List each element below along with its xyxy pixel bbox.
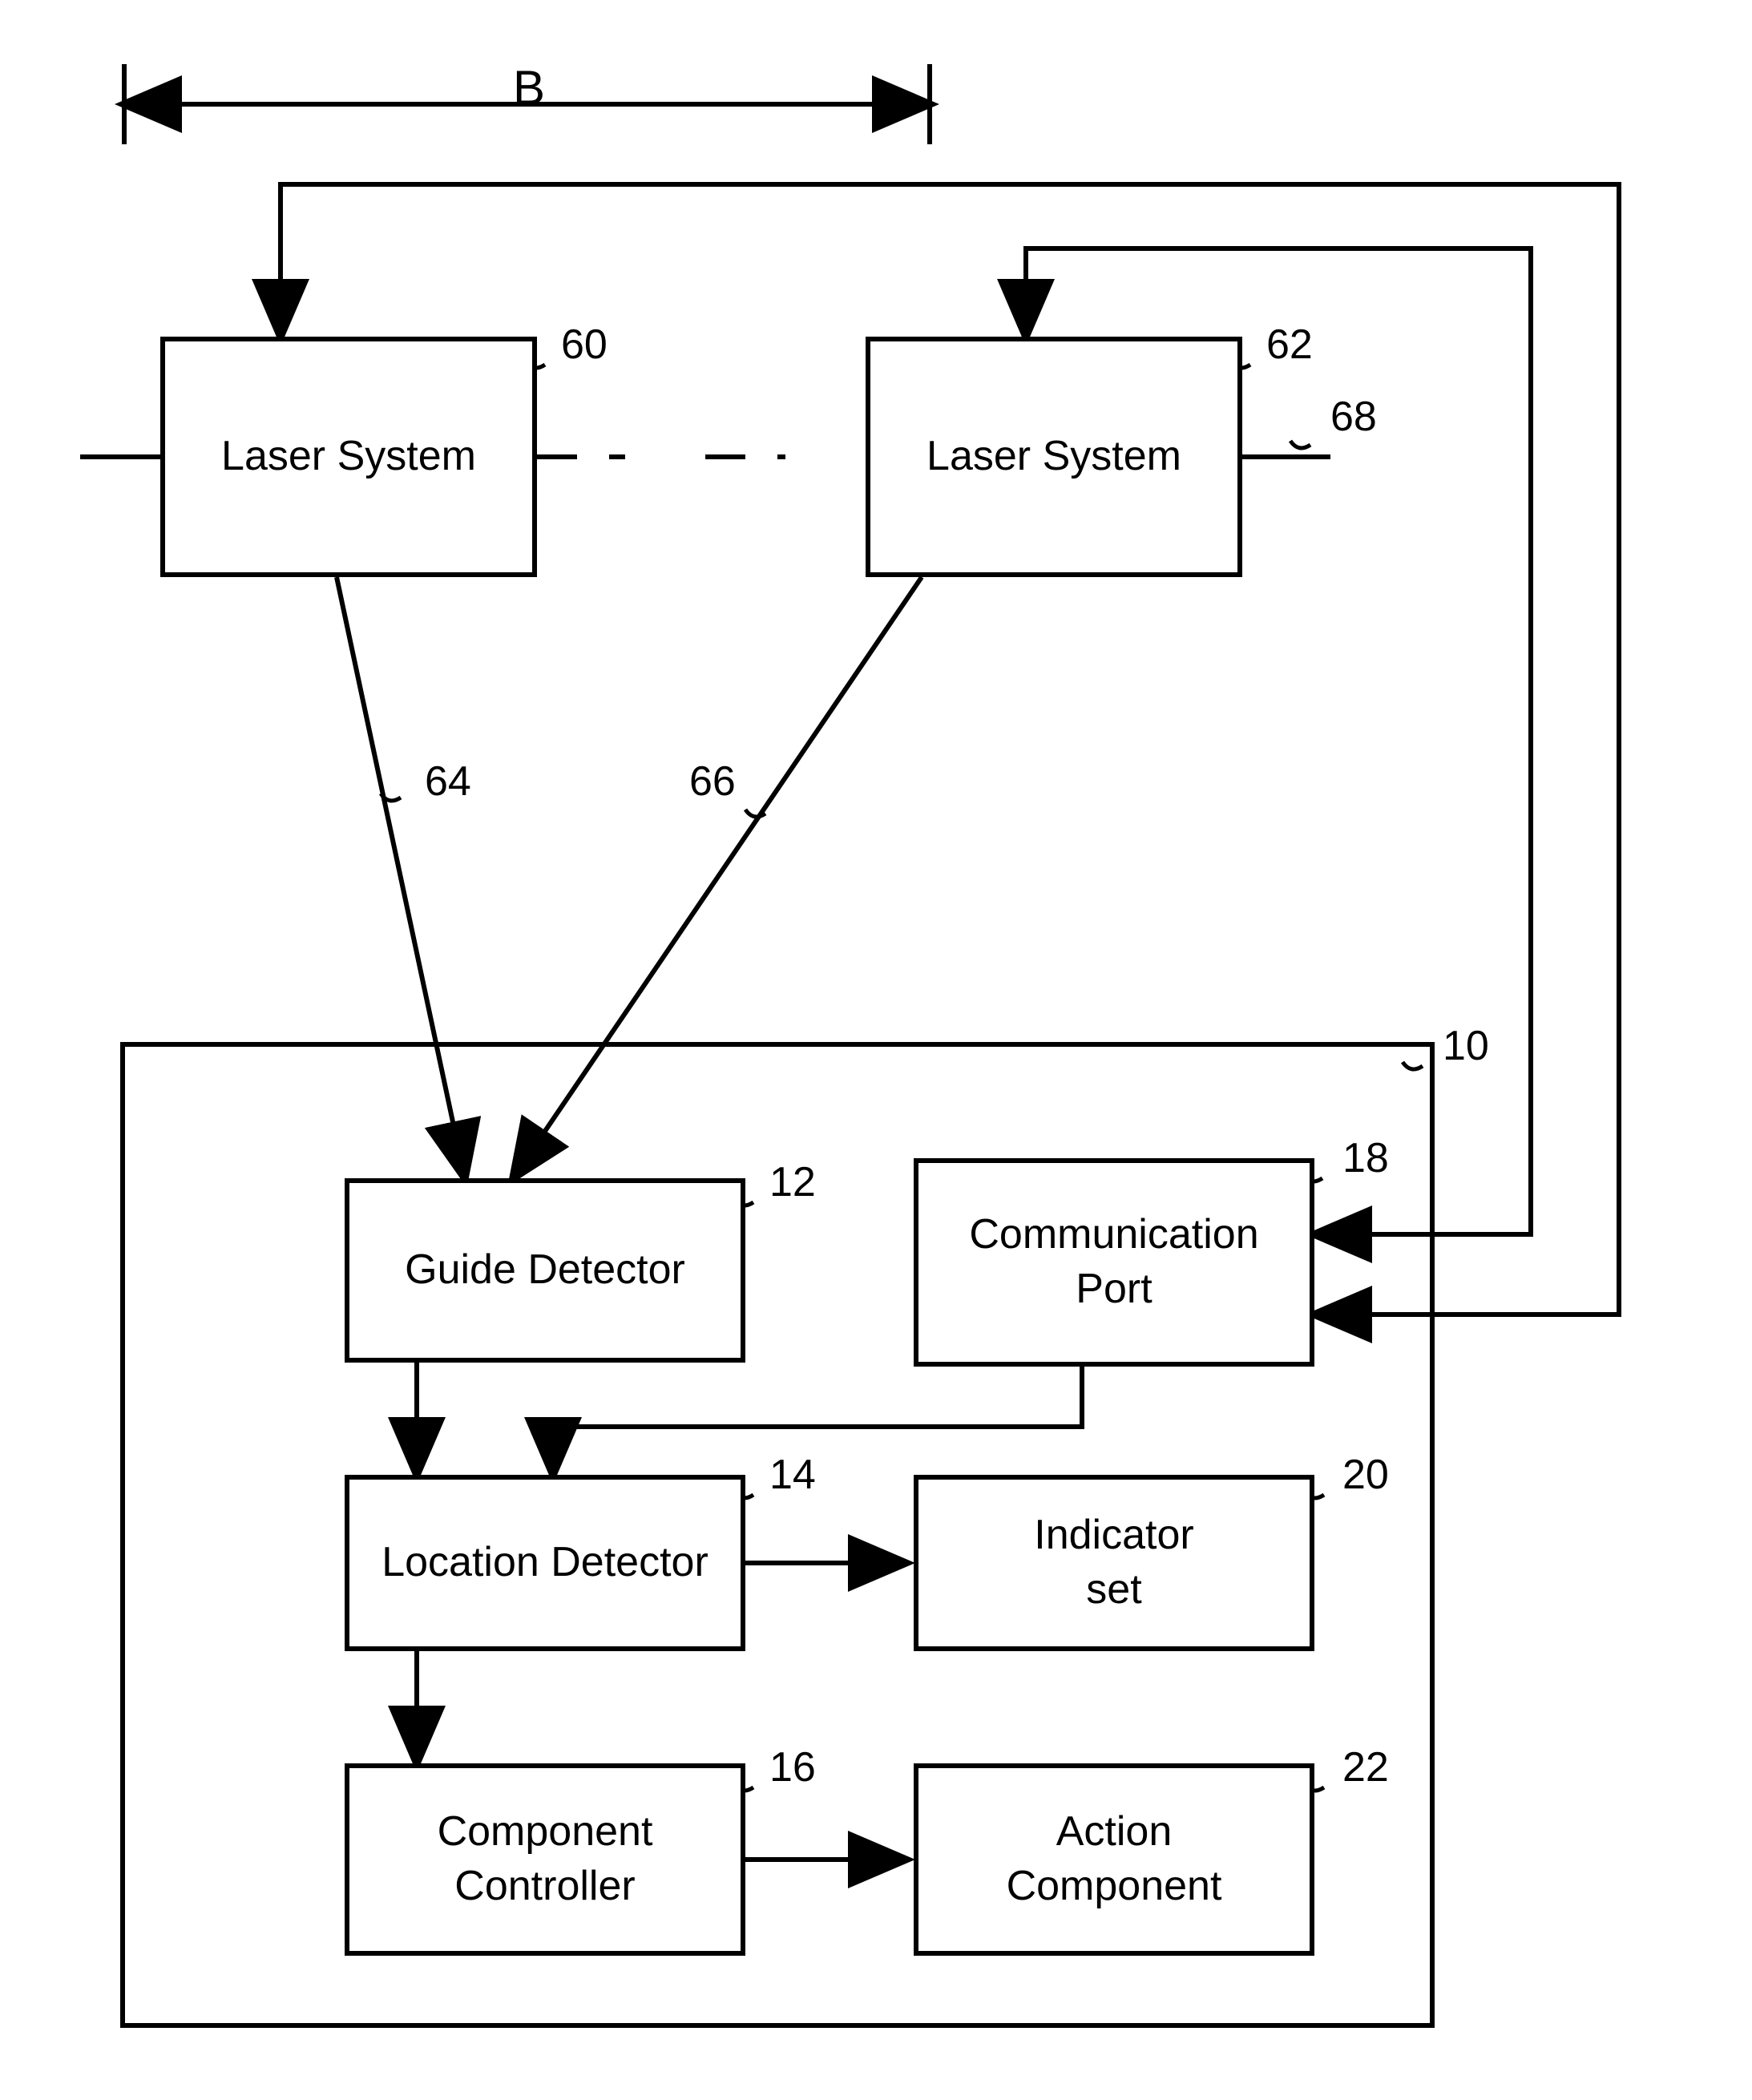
ref-68: 68 (1330, 393, 1377, 441)
ref-12: 12 (769, 1158, 816, 1206)
laser-system-1-label: Laser System (221, 430, 476, 484)
dimension-label-b: B (513, 60, 545, 115)
action-component-box: Action Component (914, 1763, 1314, 1956)
ref-20: 20 (1342, 1451, 1389, 1499)
ref-14: 14 (769, 1451, 816, 1499)
communication-port-box: Communication Port (914, 1158, 1314, 1367)
action-component-label: Action Component (1007, 1805, 1222, 1913)
ref-18: 18 (1342, 1134, 1389, 1182)
indicator-set-box: Indicator set (914, 1475, 1314, 1651)
component-controller-label: Component Controller (438, 1805, 653, 1913)
ref-16: 16 (769, 1743, 816, 1791)
indicator-set-label: Indicator set (1034, 1508, 1193, 1617)
ref-62: 62 (1266, 321, 1313, 369)
ref-10: 10 (1443, 1022, 1489, 1070)
communication-port-label: Communication Port (969, 1208, 1258, 1316)
laser-system-2-box: Laser System (866, 337, 1242, 577)
ref-60: 60 (561, 321, 608, 369)
ref-22: 22 (1342, 1743, 1389, 1791)
guide-detector-box: Guide Detector (345, 1178, 745, 1363)
laser-system-1-box: Laser System (160, 337, 537, 577)
component-controller-box: Component Controller (345, 1763, 745, 1956)
guide-detector-label: Guide Detector (405, 1243, 685, 1298)
location-detector-label: Location Detector (381, 1536, 708, 1590)
ref-64: 64 (425, 757, 471, 806)
ref-66: 66 (689, 757, 736, 806)
location-detector-box: Location Detector (345, 1475, 745, 1651)
laser-system-2-label: Laser System (926, 430, 1181, 484)
